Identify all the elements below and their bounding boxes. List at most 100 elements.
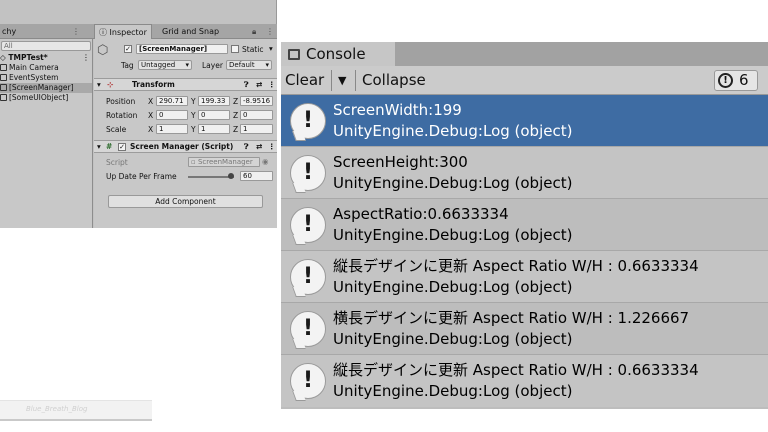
inspector-tab-icon: ⓘ (99, 28, 107, 37)
info-bubble-icon: ! (290, 155, 326, 191)
layer-dropdown[interactable]: Default ▾ (226, 60, 272, 70)
log-message: ScreenHeight:300 (333, 153, 468, 171)
preset-icon[interactable]: ⇄ (256, 79, 262, 90)
component-menu-icon[interactable]: ⋮ (268, 141, 276, 152)
console-icon (288, 49, 300, 60)
log-entry[interactable]: ! 横長デザインに更新 Aspect Ratio W/H : 1.226667 … (281, 303, 768, 355)
log-message: 縦長デザインに更新 Aspect Ratio W/H : 0.6633334 (333, 257, 699, 275)
axis-y-label: Y (191, 97, 196, 106)
console-tab-bar: Console (281, 42, 768, 66)
transform-header[interactable]: ▾ ⊹ Transform ❓︎ ⇄ ⋮ (94, 78, 277, 91)
collapse-button[interactable]: Collapse (358, 66, 430, 95)
component-menu-icon[interactable]: ⋮ (268, 79, 276, 90)
position-x-field[interactable]: 290.71 (156, 96, 188, 106)
tag-value: Untagged (141, 61, 176, 69)
transform-title: Transform (132, 80, 175, 89)
static-checkbox[interactable] (231, 45, 239, 53)
log-message: 横長デザインに更新 Aspect Ratio W/H : 1.226667 (333, 309, 690, 327)
preset-icon[interactable]: ⇄ (256, 141, 262, 152)
log-entry[interactable]: ! AspectRatio:0.6633334 UnityEngine.Debu… (281, 199, 768, 251)
tag-label: Tag (121, 61, 134, 70)
axis-x-label: X (148, 97, 154, 106)
tab-inspector[interactable]: ⓘ Inspector (94, 24, 152, 39)
axis-z-label: Z (233, 111, 239, 120)
axis-y-label: Y (191, 125, 196, 134)
object-picker-icon: ◉ (262, 157, 269, 166)
info-bubble-icon: ! (290, 363, 326, 399)
tab-grid-and-snap[interactable]: Grid and Snap (158, 24, 223, 39)
tab-hierarchy[interactable]: chy (0, 24, 20, 39)
log-stacktrace: UnityEngine.Debug:Log (object) (333, 122, 573, 140)
scale-x-field[interactable]: 1 (156, 124, 188, 134)
log-entry[interactable]: ! 縦長デザインに更新 Aspect Ratio W/H : 0.6633334… (281, 251, 768, 303)
hierarchy-item-eventsystem[interactable]: EventSystem (0, 73, 92, 83)
static-dropdown-icon[interactable]: ▾ (269, 44, 273, 53)
rotation-z-field[interactable]: 0 (240, 110, 273, 120)
gameobject-icon (0, 74, 7, 81)
toolbar-divider (355, 70, 356, 91)
position-y-field[interactable]: 199.33 (198, 96, 230, 106)
help-icon[interactable]: ❓︎ (244, 79, 249, 90)
inspector-panel: ⬡ ✓ [ScreenManager] Static ▾ Tag Untagge… (94, 39, 277, 228)
hierarchy-item-someuiobject[interactable]: [SomeUIObject] (0, 93, 92, 103)
fold-arrow-icon: ▾ (97, 80, 101, 89)
info-bubble-icon: ! (290, 103, 326, 139)
scene-menu-icon[interactable]: ⋮ (82, 53, 90, 62)
fold-arrow-icon: ▾ (97, 142, 101, 151)
update-per-frame-field[interactable]: 60 (240, 171, 273, 181)
gameobject-cube-icon: ⬡ (97, 43, 109, 58)
info-bubble-icon: ! (290, 259, 326, 295)
log-entry[interactable]: ! 縦長デザインに更新 Aspect Ratio W/H : 0.6633334… (281, 355, 768, 407)
script-reference-field: ▫ ScreenManager (188, 157, 260, 167)
axis-x-label: X (148, 125, 154, 134)
clear-options-chevron-icon[interactable]: ▼ (334, 66, 350, 95)
info-icon: ! (718, 73, 733, 88)
gameobject-icon (0, 64, 7, 71)
log-entry[interactable]: ! ScreenWidth:199 UnityEngine.Debug:Log … (281, 95, 768, 147)
scale-y-field[interactable]: 1 (198, 124, 230, 134)
hierarchy-item-label: [SomeUIObject] (9, 93, 69, 102)
hierarchy-tab-menu-icon[interactable]: ⋮ (72, 24, 80, 39)
scene-row[interactable]: ◇ TMPTest* (0, 53, 92, 63)
tab-inspector-label: Inspector (109, 28, 147, 37)
scale-label: Scale (106, 125, 127, 134)
script-component-header[interactable]: ▾ # ✓ Screen Manager (Script) ❓︎ ⇄ ⋮ (94, 140, 277, 153)
script-enabled-checkbox[interactable]: ✓ (118, 143, 126, 151)
log-count: 6 (739, 71, 749, 89)
object-name-field[interactable]: [ScreenManager] (136, 44, 228, 54)
help-icon[interactable]: ❓︎ (244, 141, 249, 152)
position-z-field[interactable]: -8.9516 (240, 96, 273, 106)
transform-icon: ⊹ (107, 80, 114, 89)
log-message: 縦長デザインに更新 Aspect Ratio W/H : 0.6633334 (333, 361, 699, 379)
chevron-down-icon: ▾ (265, 61, 269, 69)
hierarchy-item-main-camera[interactable]: Main Camera (0, 63, 92, 73)
axis-z-label: Z (233, 125, 239, 134)
toolbar-divider (331, 70, 332, 91)
info-bubble-icon: ! (290, 311, 326, 347)
console-tab-label: Console (306, 45, 366, 63)
hierarchy-item-screenmanager[interactable]: [ScreenManager] (0, 83, 92, 93)
tag-dropdown[interactable]: Untagged ▾ (138, 60, 192, 70)
clear-button[interactable]: Clear (281, 66, 328, 95)
lock-icon[interactable]: 🔒︎ (252, 24, 256, 39)
active-checkbox[interactable]: ✓ (124, 45, 132, 53)
log-stacktrace: UnityEngine.Debug:Log (object) (333, 174, 573, 192)
console-window: Console Clear ▼ Collapse ! 6 ! ScreenWid… (281, 42, 768, 409)
scale-z-field[interactable]: 1 (240, 124, 273, 134)
script-label: Script (106, 158, 128, 167)
gameobject-icon (0, 84, 7, 91)
rotation-y-field[interactable]: 0 (198, 110, 230, 120)
rotation-x-field[interactable]: 0 (156, 110, 188, 120)
hierarchy-search-input[interactable]: All (1, 41, 91, 51)
log-count-toggle[interactable]: ! 6 (714, 70, 758, 91)
hierarchy-panel: All ◇ TMPTest* ⋮ Main Camera EventSystem… (0, 39, 93, 228)
slider-handle[interactable] (228, 173, 234, 179)
hierarchy-item-label: Main Camera (9, 63, 59, 72)
tab-console[interactable]: Console (281, 42, 395, 66)
script-file-icon: # (106, 142, 113, 151)
add-component-button[interactable]: Add Component (108, 195, 263, 208)
editor-tab-bar: chy ⋮ ⓘ Inspector Grid and Snap 🔒︎ ⋮ (0, 24, 277, 39)
log-entry[interactable]: ! ScreenHeight:300 UnityEngine.Debug:Log… (281, 147, 768, 199)
inspector-tab-menu-icon[interactable]: ⋮ (266, 24, 274, 39)
script-asset-icon: ▫ (191, 158, 196, 166)
